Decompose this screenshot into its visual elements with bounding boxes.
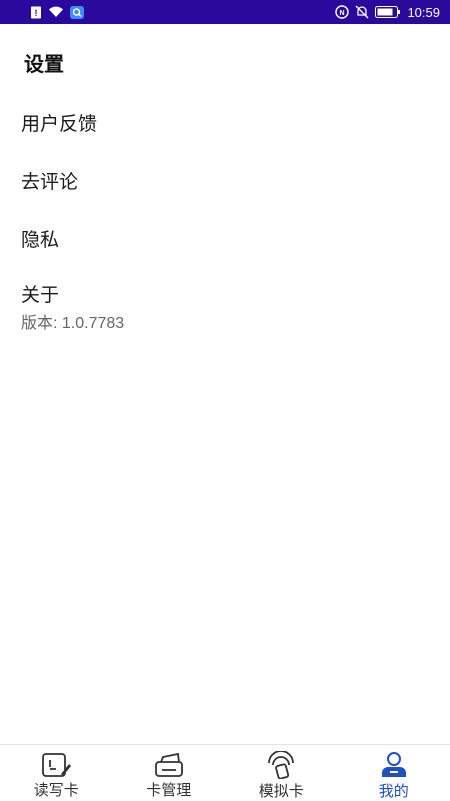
tab-profile[interactable]: 我的 [338,745,450,800]
tab-card-manage[interactable]: 卡管理 [113,745,226,800]
status-bar: ! N 10:59 [0,0,450,24]
tab-label: 我的 [379,780,409,801]
battery-icon [375,6,401,18]
status-left: ! [30,6,84,19]
menu-item-label: 去评论 [21,167,450,194]
tab-read-write-card[interactable]: 读写卡 [0,745,113,800]
settings-page: 设置 用户反馈 去评论 隐私 关于 版本: 1.0.7783 [0,24,450,744]
menu-item-label: 关于 [21,280,450,307]
status-right: N 10:59 [335,5,440,20]
svg-text:N: N [340,10,345,17]
menu-item-about[interactable]: 关于 版本: 1.0.7783 [0,276,450,336]
menu-item-review[interactable]: 去评论 [0,154,450,206]
bottom-nav: 读写卡 卡管理 模拟卡 我的 [0,744,450,800]
tab-label: 模拟卡 [259,780,304,801]
mute-icon [355,5,369,19]
menu-item-label: 隐私 [21,225,450,252]
version-text: 版本: 1.0.7783 [21,309,450,333]
nfc-icon: N [335,5,349,19]
menu-item-feedback[interactable]: 用户反馈 [0,96,450,148]
tab-emulate-card[interactable]: 模拟卡 [225,745,338,800]
tab-label: 读写卡 [34,779,79,800]
emulate-card-icon [266,751,296,779]
status-time: 10:59 [407,5,440,20]
page-title: 设置 [24,48,64,77]
app-notification-icon [70,6,84,19]
tab-label: 卡管理 [146,779,191,800]
menu-item-privacy[interactable]: 隐私 [0,212,450,264]
menu-item-label: 用户反馈 [21,109,450,136]
profile-icon [379,751,409,779]
read-write-card-icon [41,751,71,778]
svg-text:!: ! [35,8,38,18]
wifi-icon [48,6,64,18]
card-manage-icon [154,751,184,778]
sim-alert-icon: ! [30,6,42,19]
